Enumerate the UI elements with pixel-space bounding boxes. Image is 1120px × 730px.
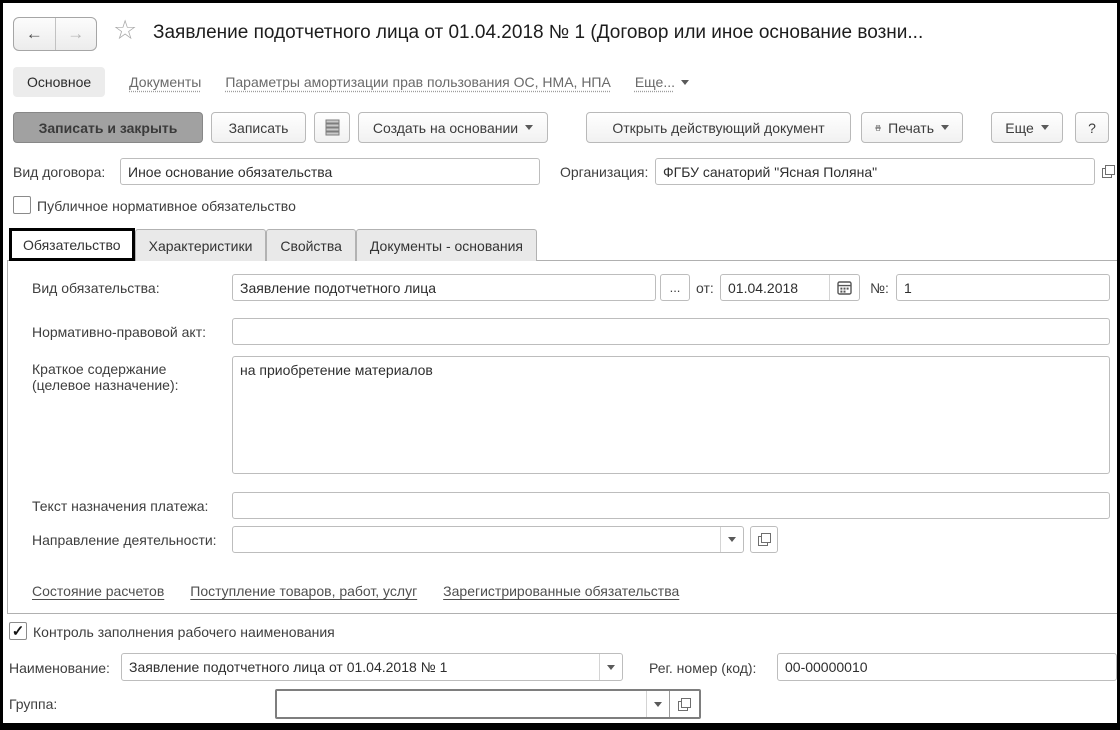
forward-button[interactable]: → — [54, 18, 97, 50]
name-control-label: Контроль заполнения рабочего наименовани… — [33, 624, 335, 640]
open-icon — [757, 533, 771, 546]
summary-textarea[interactable]: на приобретение материалов — [232, 356, 1110, 474]
name-input[interactable]: Заявление подотчетного лица от 01.04.201… — [121, 653, 623, 681]
nav-tab-main[interactable]: Основное — [13, 67, 106, 97]
open-active-document-button[interactable]: Открыть действующий документ — [586, 112, 851, 143]
help-button[interactable]: ? — [1075, 112, 1109, 143]
calendar-icon — [837, 281, 852, 295]
number-input[interactable]: 1 — [896, 274, 1110, 301]
caret-down-icon — [680, 79, 689, 85]
summary-label: Краткое содержание (целевое назначение): — [32, 361, 179, 393]
name-label: Наименование: — [9, 660, 110, 676]
group-open-button[interactable] — [669, 691, 699, 717]
related-links: Состояние расчетов Поступление товаров, … — [32, 583, 679, 599]
detail-tabs: Обязательство Характеристики Свойства До… — [9, 228, 538, 261]
number-label: №: — [870, 280, 889, 296]
nav-more-label: Еще... — [634, 74, 675, 90]
reg-number-input[interactable]: 00-00000010 — [777, 653, 1117, 681]
legal-act-label: Нормативно-правовой акт: — [32, 324, 207, 340]
section-nav: Основное Документы Параметры амортизации… — [13, 65, 689, 99]
group-dropdown-button[interactable] — [646, 691, 669, 717]
activity-dropdown-button[interactable] — [720, 527, 743, 552]
organization-input[interactable]: ФГБУ санаторий "Ясная Поляна" — [655, 158, 1095, 185]
obligation-type-input[interactable]: Заявление подотчетного лица — [232, 274, 656, 301]
save-and-close-button[interactable]: Записать и закрыть — [13, 112, 203, 143]
payment-text-label: Текст назначения платежа: — [32, 498, 209, 514]
nav-tab-amortization-params[interactable]: Параметры амортизации прав пользования О… — [225, 74, 611, 90]
favorite-star-icon[interactable]: ☆ — [113, 17, 137, 44]
date-label: от: — [696, 280, 714, 296]
public-normative-label: Публичное нормативное обязательство — [37, 198, 296, 214]
contract-type-value: Иное основание обязательства — [128, 163, 333, 180]
link-settlement-state[interactable]: Состояние расчетов — [32, 583, 164, 599]
caret-down-icon — [525, 125, 534, 130]
obligation-type-label: Вид обязательства: — [32, 280, 160, 296]
reg-number-label: Рег. номер (код): — [649, 660, 757, 676]
group-label: Группа: — [9, 696, 58, 712]
name-dropdown-button[interactable] — [599, 654, 622, 680]
register-records-icon — [325, 119, 339, 136]
checkmark-icon: ✓ — [11, 623, 25, 640]
print-button[interactable]: Печать — [861, 112, 963, 143]
nav-more-menu[interactable]: Еще... — [635, 74, 689, 90]
legal-act-input[interactable] — [232, 318, 1110, 345]
link-registered-obligations[interactable]: Зарегистрированные обязательства — [443, 583, 679, 599]
caret-down-icon — [941, 125, 949, 130]
history-nav-buttons: ← → — [13, 17, 97, 51]
organization-open-icon[interactable] — [1102, 165, 1115, 178]
summary-label-line2: (целевое назначение): — [32, 377, 179, 393]
organization-value: ФГБУ санаторий "Ясная Поляна" — [663, 163, 878, 180]
public-normative-checkbox[interactable] — [13, 196, 31, 214]
calendar-picker-button[interactable] — [829, 275, 859, 300]
link-goods-receipt[interactable]: Поступление товаров, работ, услуг — [190, 583, 417, 599]
number-value: 1 — [904, 279, 912, 296]
tab-basis-documents[interactable]: Документы - основания — [355, 229, 538, 261]
obligation-tab-panel: Вид обязательства: Заявление подотчетног… — [7, 260, 1117, 614]
activity-open-button[interactable] — [750, 526, 778, 553]
printer-icon — [875, 124, 881, 131]
forward-arrow-icon: → — [67, 24, 85, 43]
create-based-on-label: Создать на основании — [372, 119, 519, 136]
open-icon — [678, 697, 691, 711]
name-value: Заявление подотчетного лица от 01.04.201… — [129, 659, 448, 675]
more-actions-button[interactable]: Еще — [991, 112, 1063, 143]
back-arrow-icon: ← — [25, 24, 43, 43]
date-input[interactable]: 01.04.2018 — [720, 274, 860, 301]
activity-direction-label: Направление деятельности: — [32, 532, 217, 548]
more-label: Еще — [1005, 119, 1034, 136]
caret-down-icon — [654, 701, 662, 707]
activity-direction-input[interactable] — [232, 526, 744, 553]
reg-number-value: 00-00000010 — [785, 659, 868, 675]
caret-down-icon — [607, 664, 615, 670]
date-value: 01.04.2018 — [728, 279, 799, 296]
group-input[interactable] — [275, 689, 701, 719]
obligation-document-window: ← → ☆ Заявление подотчетного лица от 01.… — [0, 0, 1120, 730]
show-postings-button[interactable] — [314, 112, 350, 143]
summary-label-line1: Краткое содержание — [32, 361, 167, 377]
caret-down-icon — [1040, 125, 1049, 130]
obligation-type-choose-button[interactable]: ... — [660, 274, 690, 301]
tab-properties[interactable]: Свойства — [266, 229, 356, 261]
caret-down-icon — [728, 537, 736, 542]
contract-type-input[interactable]: Иное основание обязательства — [120, 158, 540, 185]
save-button[interactable]: Записать — [211, 112, 306, 143]
create-based-on-button[interactable]: Создать на основании — [358, 112, 548, 143]
obligation-type-value: Заявление подотчетного лица — [240, 279, 437, 296]
tab-characteristics[interactable]: Характеристики — [134, 229, 267, 261]
command-toolbar: Записать и закрыть Записать Создать на о… — [13, 112, 1109, 143]
name-control-checkbox[interactable]: ✓ — [9, 622, 27, 640]
print-label: Печать — [888, 119, 934, 136]
back-button[interactable]: ← — [14, 18, 55, 50]
page-title: Заявление подотчетного лица от 01.04.201… — [153, 22, 924, 43]
tab-obligation[interactable]: Обязательство — [9, 228, 135, 261]
summary-value: на приобретение материалов — [240, 362, 433, 378]
contract-type-label: Вид договора: — [13, 164, 106, 180]
payment-text-input[interactable] — [232, 492, 1110, 519]
organization-label: Организация: — [560, 164, 649, 180]
nav-tab-documents[interactable]: Документы — [129, 74, 201, 90]
